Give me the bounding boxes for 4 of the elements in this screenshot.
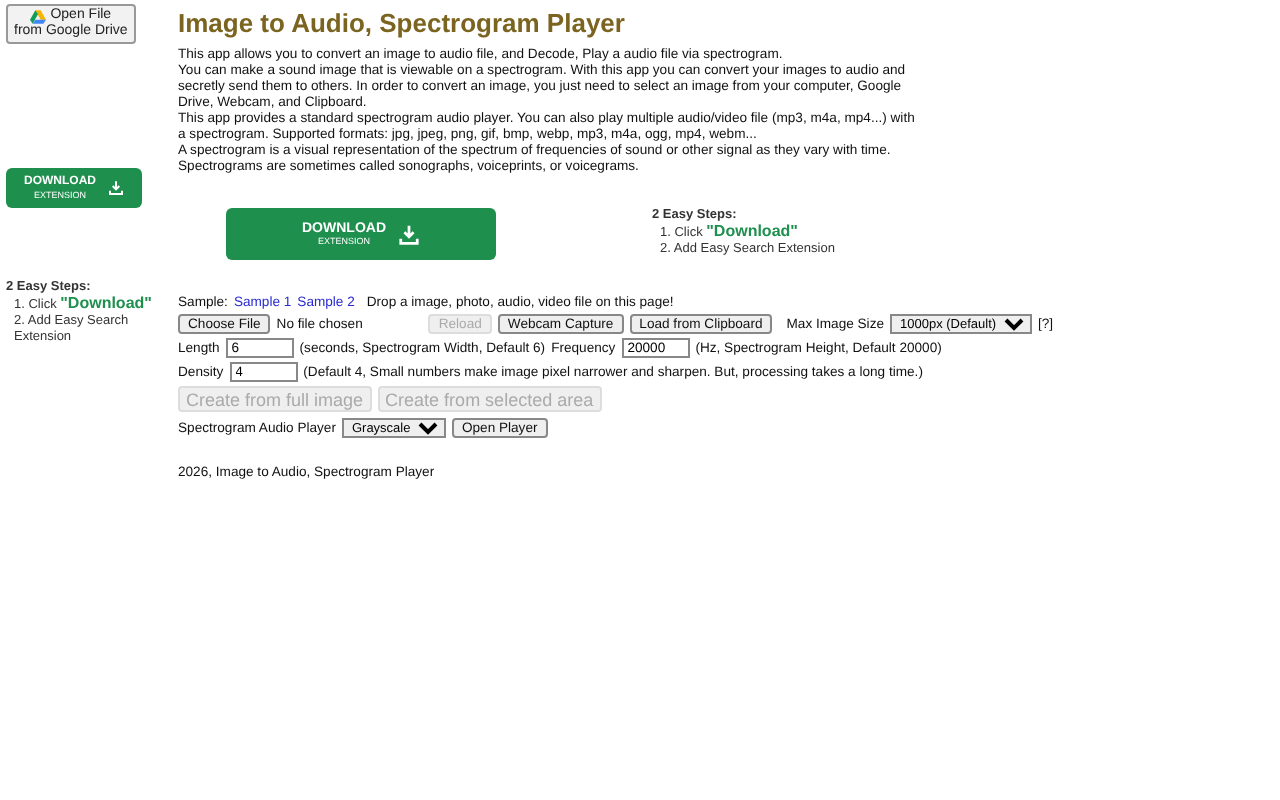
download-icon <box>398 223 420 245</box>
drive-icon <box>30 9 47 23</box>
download-icon <box>108 180 124 196</box>
page-title: Image to Audio, Spectrogram Player <box>178 8 627 40</box>
